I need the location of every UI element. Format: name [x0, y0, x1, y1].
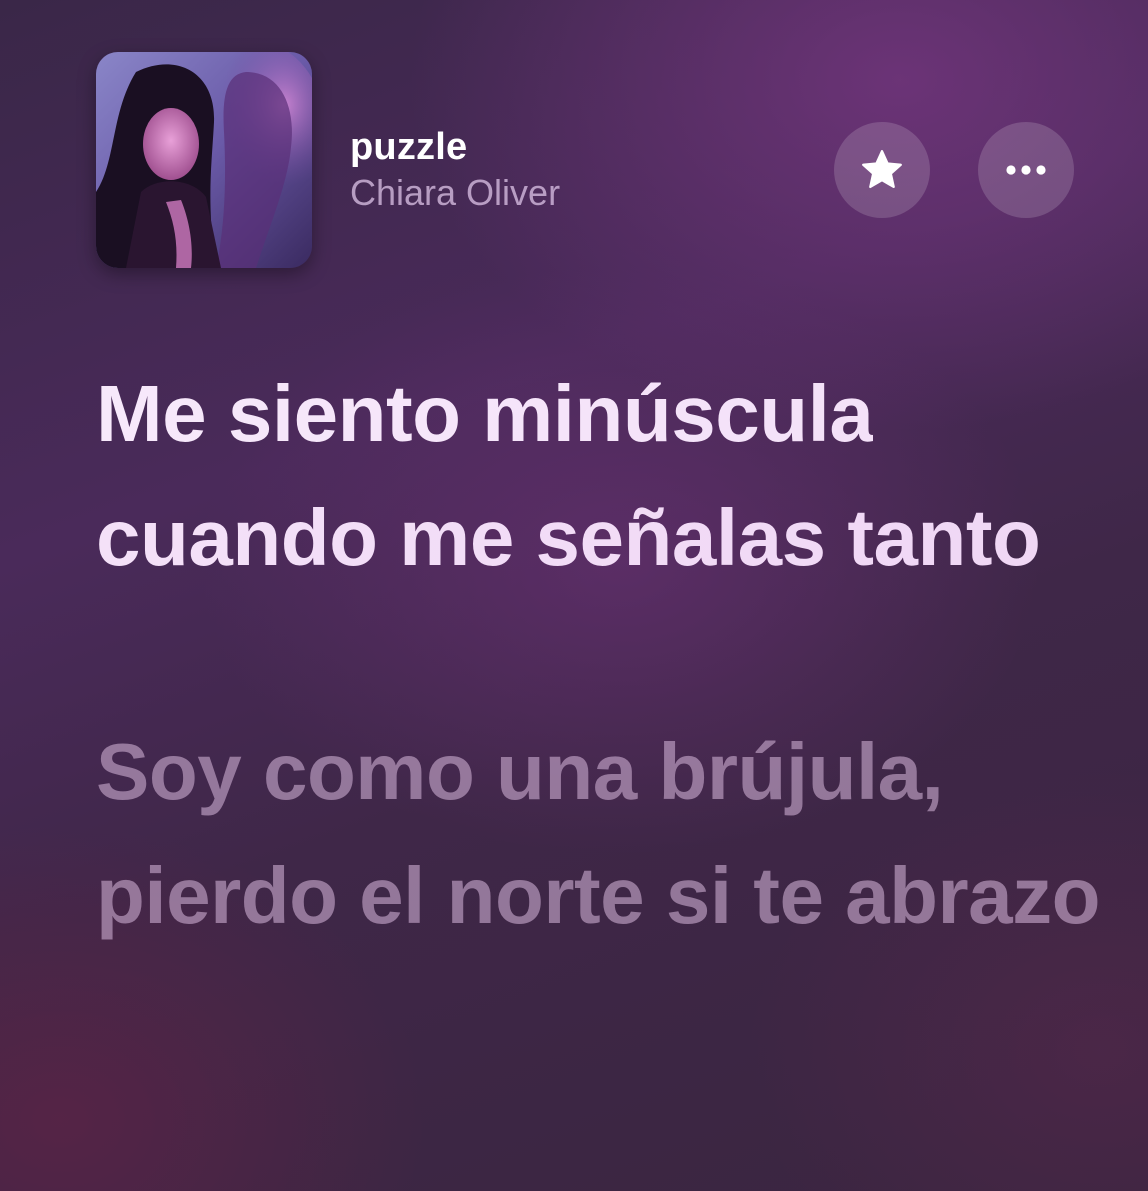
more-options-button[interactable]: [978, 122, 1074, 218]
ellipsis-icon: [1006, 165, 1046, 175]
track-artist[interactable]: Chiara Oliver: [350, 170, 560, 216]
star-icon: [862, 150, 902, 189]
favorite-button[interactable]: [834, 122, 930, 218]
track-info[interactable]: puzzle Chiara Oliver: [350, 124, 560, 216]
current-lyric-line[interactable]: Me siento minúscula cuando me señalas ta…: [96, 352, 1106, 600]
current-lyric-text: Me siento minúscula cuando me señalas ta…: [96, 369, 1041, 582]
next-lyric-line[interactable]: Soy como una brújula, pierdo el norte si…: [96, 710, 1106, 958]
next-lyric-text: Soy como una brújula, pierdo el norte si…: [96, 727, 1101, 940]
track-title: puzzle: [350, 126, 468, 168]
album-artwork-image: [96, 52, 312, 268]
album-artwork[interactable]: [96, 52, 312, 268]
lyrics-view[interactable]: Me siento minúscula cuando me señalas ta…: [96, 352, 1106, 1068]
now-playing-header: puzzle Chiara Oliver: [96, 52, 1076, 268]
